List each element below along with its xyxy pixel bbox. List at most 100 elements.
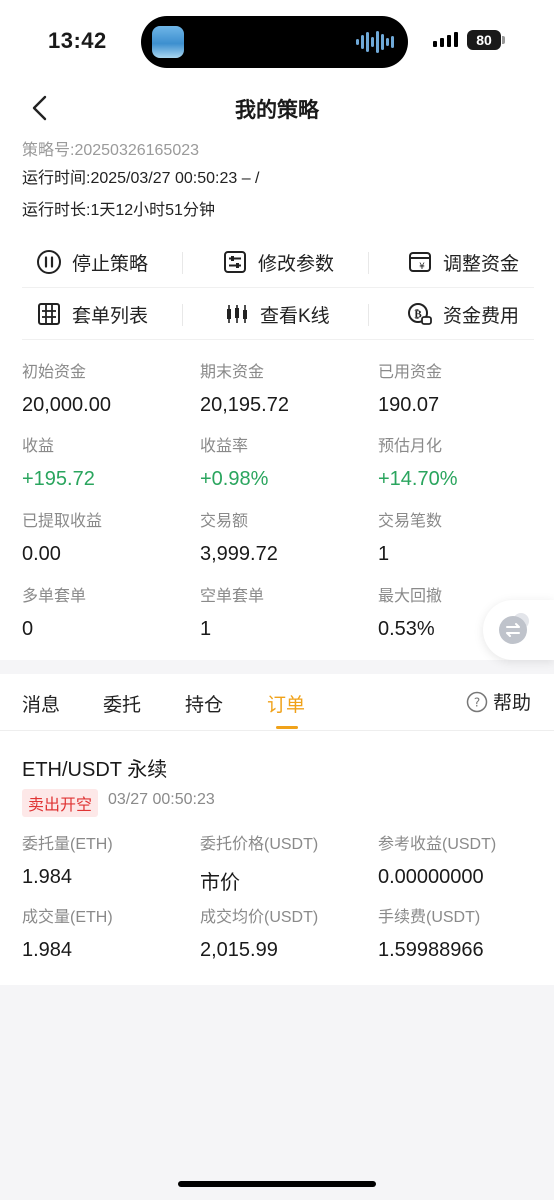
stat-label: 多单套单 (22, 588, 87, 605)
field-value: 2,015.99 (200, 939, 278, 961)
stat-final-funds: 期末资金 20,195.72 (200, 358, 289, 417)
view-kline-label: 查看K线 (260, 305, 330, 327)
order-field-filled-qty: 成交量(ETH) 1.984 (22, 903, 113, 962)
strategy-run-time: 运行时间:2025/03/27 00:50:23 – / (22, 170, 260, 187)
tab-positions[interactable]: 持仓 (185, 690, 223, 717)
modify-params-label: 修改参数 (258, 253, 335, 275)
stat-est-monthly: 预估月化 +14.70% (378, 432, 458, 491)
field-label: 委托价格(USDT) (200, 836, 319, 853)
action-row-1: 停止策略 修改参数 ¥ 调整资金 (22, 237, 534, 288)
order-field-entrust-qty: 委托量(ETH) 1.984 (22, 830, 113, 889)
dynamic-island (141, 16, 408, 68)
grid-list-icon (38, 303, 60, 325)
stat-value: 0.00 (22, 543, 61, 565)
nav-bar: 我的策略 (0, 86, 554, 136)
field-label: 成交均价(USDT) (200, 909, 319, 926)
view-kline-button[interactable]: 查看K线 (224, 289, 330, 339)
divider (368, 304, 369, 326)
stat-trade-volume: 交易额 3,999.72 (200, 507, 278, 566)
stat-initial-funds: 初始资金 20,000.00 (22, 358, 111, 417)
order-field-ref-profit: 参考收益(USDT) 0.00000000 (378, 830, 496, 889)
stat-withdrawn-profit: 已提取收益 0.00 (22, 507, 102, 566)
audio-wave-icon (356, 30, 394, 54)
signal-icon (433, 32, 458, 47)
field-value: 0.00000000 (378, 866, 484, 888)
stat-label: 空单套单 (200, 588, 265, 605)
order-card[interactable]: ETH/USDT 永续 卖出开空 03/27 00:50:23 委托量(ETH)… (0, 731, 554, 985)
battery-tip (502, 36, 505, 44)
stat-label: 收益率 (200, 438, 249, 455)
modify-params-button[interactable]: 修改参数 (222, 237, 334, 287)
adjust-funds-label: 调整资金 (443, 253, 520, 275)
page-title: 我的策略 (235, 99, 319, 122)
order-pair: ETH/USDT 永续 (22, 759, 168, 781)
divider (368, 252, 369, 274)
stat-value: 0.53% (378, 618, 435, 640)
strategy-summary-card: 策略号:20250326165023 运行时间:2025/03/27 00:50… (0, 136, 554, 660)
stop-strategy-label: 停止策略 (72, 253, 149, 275)
stat-label: 预估月化 (378, 438, 443, 455)
question-circle-icon: ? (466, 691, 488, 712)
divider (182, 252, 183, 274)
tab-bar: 消息 委托 持仓 订单 ? 帮助 (0, 674, 554, 731)
help-label: 帮助 (493, 693, 532, 714)
sliders-icon (224, 251, 246, 273)
battery-level: 80 (467, 30, 501, 50)
field-value: 1.59988966 (378, 939, 484, 961)
media-thumbnail (152, 26, 184, 58)
stat-label: 最大回撤 (378, 588, 443, 605)
order-field-entrust-price: 委托价格(USDT) 市价 (200, 830, 318, 895)
stat-used-funds: 已用资金 190.07 (378, 358, 442, 417)
field-value: 市价 (200, 872, 240, 894)
funding-fee-label: 资金费用 (443, 305, 520, 327)
stat-long-orders: 多单套单 0 (22, 582, 86, 641)
order-time: 03/27 00:50:23 (108, 791, 215, 808)
order-list-label: 套单列表 (72, 305, 149, 327)
stat-label: 初始资金 (22, 364, 87, 381)
help-button[interactable]: ? 帮助 (466, 688, 531, 715)
active-tab-indicator (276, 726, 298, 729)
status-time: 13:42 (48, 28, 107, 53)
strategy-id: 策略号:20250326165023 (22, 142, 200, 159)
field-label: 成交量(ETH) (22, 909, 113, 926)
floating-switch-button[interactable] (483, 600, 554, 660)
stop-strategy-button[interactable]: 停止策略 (36, 237, 148, 287)
stat-max-drawdown: 最大回撤 0.53% (378, 582, 442, 641)
adjust-funds-button[interactable]: ¥ 调整资金 (407, 237, 519, 287)
wallet-icon: ¥ (409, 252, 431, 272)
order-field-fee: 手续费(USDT) 1.59988966 (378, 903, 484, 962)
field-label: 参考收益(USDT) (378, 836, 497, 853)
stat-label: 交易笔数 (378, 513, 443, 530)
pause-circle-icon (37, 250, 61, 274)
stat-profit: 收益 +195.72 (22, 432, 95, 491)
svg-text:?: ? (474, 695, 480, 709)
tab-messages[interactable]: 消息 (22, 690, 60, 717)
order-side-badge: 卖出开空 (22, 789, 99, 817)
svg-text:¥: ¥ (419, 262, 425, 272)
stat-label: 已用资金 (378, 364, 443, 381)
stat-value: 20,000.00 (22, 394, 111, 416)
stat-value: 1 (200, 618, 212, 640)
switch-icon (499, 616, 527, 644)
stat-label: 收益 (22, 438, 55, 455)
stat-profit-rate: 收益率 +0.98% (200, 432, 268, 491)
field-value: 1.984 (22, 866, 73, 888)
stat-value: +0.98% (200, 468, 269, 490)
stat-value: 20,195.72 (200, 394, 289, 416)
coin-fee-icon: ₿ (408, 303, 432, 325)
field-label: 委托量(ETH) (22, 836, 113, 853)
tab-orders[interactable]: 订单 (267, 690, 305, 717)
stat-value: +195.72 (22, 468, 95, 490)
stat-trade-count: 交易笔数 1 (378, 507, 442, 566)
divider (182, 304, 183, 326)
stat-label: 期末资金 (200, 364, 265, 381)
field-value: 1.984 (22, 939, 73, 961)
stat-label: 已提取收益 (22, 513, 103, 530)
stat-value: 3,999.72 (200, 543, 278, 565)
home-indicator[interactable] (178, 1181, 376, 1187)
tab-entrust[interactable]: 委托 (103, 690, 141, 717)
status-bar: 13:42 80 (0, 0, 554, 86)
funding-fee-button[interactable]: ₿ 资金费用 (407, 289, 519, 339)
order-list-button[interactable]: 套单列表 (36, 289, 148, 339)
stat-value: 1 (378, 543, 390, 565)
